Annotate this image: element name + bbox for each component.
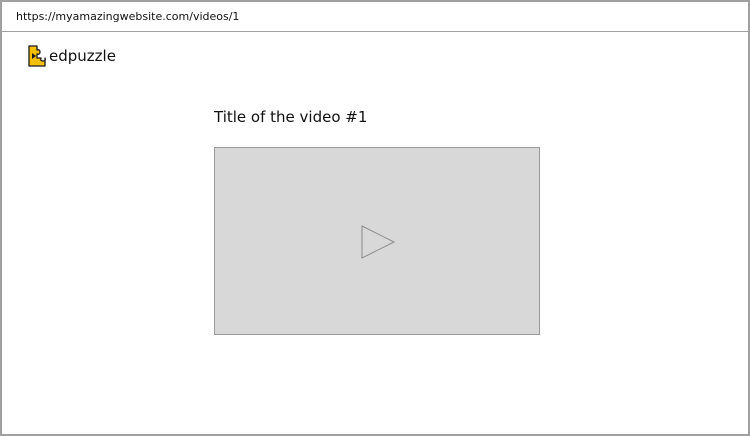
url-text[interactable]: https://myamazingwebsite.com/videos/1 [16, 10, 239, 23]
browser-window: https://myamazingwebsite.com/videos/1 ed… [0, 0, 750, 436]
video-title: Title of the video #1 [214, 108, 368, 126]
edpuzzle-logo[interactable]: edpuzzle [26, 44, 116, 68]
address-bar[interactable]: https://myamazingwebsite.com/videos/1 [2, 2, 748, 32]
logo-text: edpuzzle [49, 47, 116, 65]
video-player[interactable] [214, 147, 540, 335]
play-icon[interactable] [360, 224, 396, 260]
puzzle-piece-icon [28, 45, 46, 67]
